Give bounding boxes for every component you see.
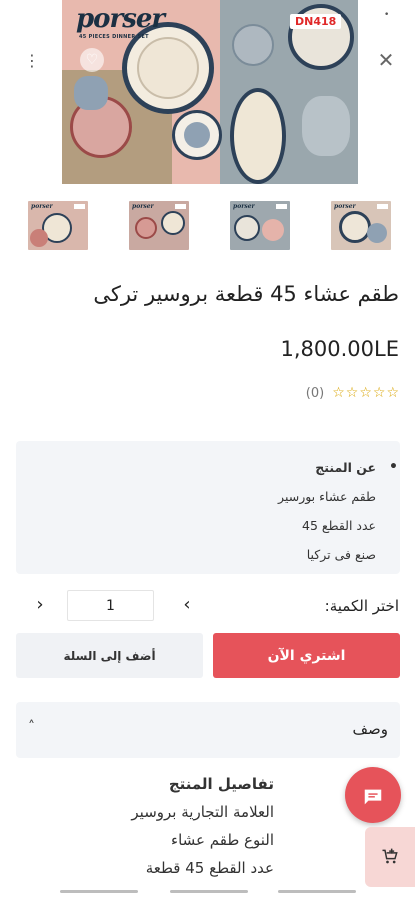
brand-subtitle: 45 PIECES DINNER SET <box>79 34 149 40</box>
description-line: عدد القطع 45 قطعة <box>145 859 274 877</box>
status-dot: • <box>384 10 390 20</box>
scroll-indicator <box>170 890 248 893</box>
description-line: تفاصيل المنتج <box>168 775 274 793</box>
star-icon: ☆ <box>332 385 345 401</box>
add-to-cart-button[interactable]: أضف إلى السلة <box>16 633 203 678</box>
product-title: طقم عشاء 45 قطعة بروسير تركى <box>93 282 399 306</box>
rating[interactable]: ☆ ☆ ☆ ☆ ☆ (0) <box>306 385 399 401</box>
thumbnail-2[interactable]: porser <box>129 201 189 250</box>
brand-logo: porser <box>76 4 165 34</box>
thumbnail-1[interactable]: porser <box>28 201 88 250</box>
more-vert-icon[interactable]: ⋮ <box>24 50 40 72</box>
cart-plus-icon[interactable] <box>365 827 415 887</box>
description-label: وصف <box>352 720 388 738</box>
chat-icon[interactable] <box>345 767 401 823</box>
scroll-indicator <box>60 890 138 893</box>
product-main-image[interactable]: porser 45 PIECES DINNER SET DN418 <box>62 0 358 184</box>
about-product-box: عن المنتج طقم عشاء بورسير عدد القطع 45 ص… <box>16 441 400 574</box>
about-heading: عن المنتج <box>16 453 398 482</box>
product-code-badge: DN418 <box>290 14 342 29</box>
about-item: عدد القطع 45 <box>302 518 376 533</box>
star-icon: ☆ <box>345 385 359 401</box>
product-price: 1,800.00LE <box>280 337 399 361</box>
quantity-increase-button[interactable]: › <box>29 594 51 616</box>
star-icon: ☆ <box>359 385 372 401</box>
thumbnail-3[interactable]: porser <box>230 201 290 250</box>
rating-stars: ☆ ☆ ☆ ☆ ☆ <box>332 385 399 401</box>
heart-icon[interactable]: ♡ <box>80 48 104 72</box>
about-item: صنع فى تركيا <box>306 547 376 562</box>
quantity-input[interactable] <box>67 590 154 621</box>
scroll-indicator <box>278 890 356 893</box>
star-icon: ☆ <box>372 385 386 401</box>
quantity-decrease-button[interactable]: ‹ <box>176 594 198 616</box>
chevron-up-icon: ˄ <box>28 719 35 735</box>
product-hero: • porser 45 PIECES DINNER SET DN418 ⋮ ♡ … <box>0 0 415 188</box>
cart-plus-glyph <box>382 848 398 864</box>
thumbnail-4[interactable]: porser <box>331 201 391 250</box>
chat-icon-glyph <box>364 789 382 804</box>
review-count: (0) <box>305 385 325 401</box>
star-icon: ☆ <box>386 385 399 401</box>
close-icon[interactable]: ✕ <box>374 48 398 72</box>
description-line: النوع طقم عشاء <box>171 831 274 849</box>
description-body: تفاصيل المنتج العلامة التجارية بروسير ال… <box>24 770 274 882</box>
buy-now-button[interactable]: اشتري الآن <box>213 633 400 678</box>
thumbnail-strip: porser porser porser porser <box>0 201 415 251</box>
quantity-label: اختر الكمية: <box>324 597 399 615</box>
description-line: العلامة التجارية بروسير <box>131 803 274 821</box>
description-accordion[interactable]: وصف ˄ <box>16 702 400 758</box>
about-item: طقم عشاء بورسير <box>278 489 376 504</box>
